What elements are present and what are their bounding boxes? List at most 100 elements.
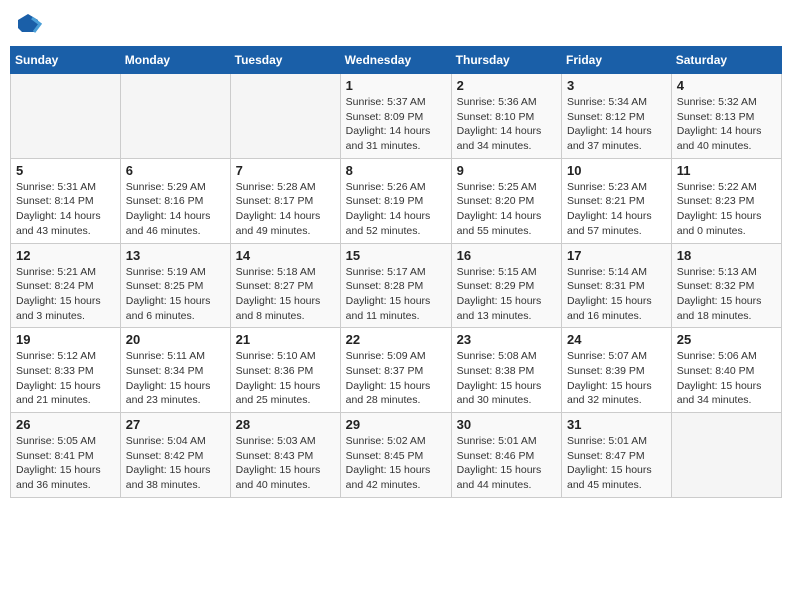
day-info: Sunrise: 5:34 AM Sunset: 8:12 PM Dayligh… (567, 95, 666, 154)
day-info: Sunrise: 5:26 AM Sunset: 8:19 PM Dayligh… (346, 180, 446, 239)
day-cell: 8 Sunrise: 5:26 AM Sunset: 8:19 PM Daylig… (340, 158, 451, 243)
day-number: 3 (567, 78, 666, 93)
day-number: 6 (126, 163, 225, 178)
day-cell: 30 Sunrise: 5:01 AM Sunset: 8:46 PM Dayli… (451, 413, 561, 498)
day-number: 21 (236, 332, 335, 347)
day-info: Sunrise: 5:04 AM Sunset: 8:42 PM Dayligh… (126, 434, 225, 493)
day-number: 9 (457, 163, 556, 178)
week-row-2: 12Sunrise: 5:21 AM Sunset: 8:24 PM Dayli… (11, 243, 782, 328)
day-number: 10 (567, 163, 666, 178)
day-number: 18 (677, 248, 776, 263)
day-number: 27 (126, 417, 225, 432)
day-cell: 24 Sunrise: 5:07 AM Sunset: 8:39 PM Dayli… (562, 328, 672, 413)
day-cell: 1Sunrise: 5:37 AM Sunset: 8:09 PM Daylig… (340, 74, 451, 159)
day-number: 26 (16, 417, 115, 432)
day-number: 31 (567, 417, 666, 432)
day-info: Sunrise: 5:31 AM Sunset: 8:14 PM Dayligh… (16, 180, 115, 239)
day-info: Sunrise: 5:22 AM Sunset: 8:23 PM Dayligh… (677, 180, 776, 239)
day-cell: 9Sunrise: 5:25 AM Sunset: 8:20 PM Daylig… (451, 158, 561, 243)
day-cell: 28Sunrise: 5:03 AM Sunset: 8:43 PM Dayli… (230, 413, 340, 498)
logo (14, 10, 44, 38)
day-cell: 25 Sunrise: 5:06 AM Sunset: 8:40 PM Dayli… (671, 328, 781, 413)
day-info: Sunrise: 5:36 AM Sunset: 8:10 PM Dayligh… (457, 95, 556, 154)
day-cell: 18Sunrise: 5:13 AM Sunset: 8:32 PM Dayli… (671, 243, 781, 328)
day-number: 25 (677, 332, 776, 347)
day-number: 23 (457, 332, 556, 347)
week-row-3: 19Sunrise: 5:12 AM Sunset: 8:33 PM Dayli… (11, 328, 782, 413)
header-row: SundayMondayTuesdayWednesdayThursdayFrid… (11, 47, 782, 74)
day-info: Sunrise: 5:08 AM Sunset: 8:38 PM Dayligh… (457, 349, 556, 408)
day-info: Sunrise: 5:06 AM Sunset: 8:40 PM Dayligh… (677, 349, 776, 408)
day-cell (671, 413, 781, 498)
week-row-0: 1Sunrise: 5:37 AM Sunset: 8:09 PM Daylig… (11, 74, 782, 159)
day-number: 11 (677, 163, 776, 178)
day-info: Sunrise: 5:28 AM Sunset: 8:17 PM Dayligh… (236, 180, 335, 239)
day-number: 19 (16, 332, 115, 347)
week-row-1: 5 Sunrise: 5:31 AM Sunset: 8:14 PM Daylig… (11, 158, 782, 243)
day-cell: 23 Sunrise: 5:08 AM Sunset: 8:38 PM Dayli… (451, 328, 561, 413)
day-number: 1 (346, 78, 446, 93)
day-cell: 15 Sunrise: 5:17 AM Sunset: 8:28 PM Dayli… (340, 243, 451, 328)
day-info: Sunrise: 5:01 AM Sunset: 8:46 PM Dayligh… (457, 434, 556, 493)
day-info: Sunrise: 5:10 AM Sunset: 8:36 PM Dayligh… (236, 349, 335, 408)
day-cell: 14 Sunrise: 5:18 AM Sunset: 8:27 PM Dayli… (230, 243, 340, 328)
day-cell: 6 Sunrise: 5:29 AM Sunset: 8:16 PM Daylig… (120, 158, 230, 243)
day-cell: 26 Sunrise: 5:05 AM Sunset: 8:41 PM Dayli… (11, 413, 121, 498)
day-info: Sunrise: 5:05 AM Sunset: 8:41 PM Dayligh… (16, 434, 115, 493)
day-cell: 22Sunrise: 5:09 AM Sunset: 8:37 PM Dayli… (340, 328, 451, 413)
week-row-4: 26 Sunrise: 5:05 AM Sunset: 8:41 PM Dayli… (11, 413, 782, 498)
day-info: Sunrise: 5:19 AM Sunset: 8:25 PM Dayligh… (126, 265, 225, 324)
day-cell: 17 Sunrise: 5:14 AM Sunset: 8:31 PM Dayli… (562, 243, 672, 328)
day-info: Sunrise: 5:23 AM Sunset: 8:21 PM Dayligh… (567, 180, 666, 239)
day-cell: 10 Sunrise: 5:23 AM Sunset: 8:21 PM Dayli… (562, 158, 672, 243)
day-cell: 7 Sunrise: 5:28 AM Sunset: 8:17 PM Daylig… (230, 158, 340, 243)
day-number: 5 (16, 163, 115, 178)
day-number: 28 (236, 417, 335, 432)
day-info: Sunrise: 5:32 AM Sunset: 8:13 PM Dayligh… (677, 95, 776, 154)
header-cell-wednesday: Wednesday (340, 47, 451, 74)
day-info: Sunrise: 5:21 AM Sunset: 8:24 PM Dayligh… (16, 265, 115, 324)
day-number: 7 (236, 163, 335, 178)
day-number: 8 (346, 163, 446, 178)
day-cell: 19Sunrise: 5:12 AM Sunset: 8:33 PM Dayli… (11, 328, 121, 413)
logo-icon (14, 10, 42, 38)
header-cell-monday: Monday (120, 47, 230, 74)
day-cell (11, 74, 121, 159)
day-cell (120, 74, 230, 159)
day-cell: 13 Sunrise: 5:19 AM Sunset: 8:25 PM Dayli… (120, 243, 230, 328)
calendar-body: 1Sunrise: 5:37 AM Sunset: 8:09 PM Daylig… (11, 74, 782, 498)
day-info: Sunrise: 5:18 AM Sunset: 8:27 PM Dayligh… (236, 265, 335, 324)
day-info: Sunrise: 5:29 AM Sunset: 8:16 PM Dayligh… (126, 180, 225, 239)
day-cell: 20Sunrise: 5:11 AM Sunset: 8:34 PM Dayli… (120, 328, 230, 413)
day-number: 17 (567, 248, 666, 263)
day-info: Sunrise: 5:17 AM Sunset: 8:28 PM Dayligh… (346, 265, 446, 324)
day-number: 2 (457, 78, 556, 93)
header-cell-saturday: Saturday (671, 47, 781, 74)
day-info: Sunrise: 5:14 AM Sunset: 8:31 PM Dayligh… (567, 265, 666, 324)
day-number: 13 (126, 248, 225, 263)
day-number: 30 (457, 417, 556, 432)
day-number: 29 (346, 417, 446, 432)
header-cell-friday: Friday (562, 47, 672, 74)
day-number: 24 (567, 332, 666, 347)
header-cell-tuesday: Tuesday (230, 47, 340, 74)
day-cell: 29Sunrise: 5:02 AM Sunset: 8:45 PM Dayli… (340, 413, 451, 498)
day-number: 14 (236, 248, 335, 263)
day-cell: 5 Sunrise: 5:31 AM Sunset: 8:14 PM Daylig… (11, 158, 121, 243)
day-info: Sunrise: 5:09 AM Sunset: 8:37 PM Dayligh… (346, 349, 446, 408)
day-info: Sunrise: 5:01 AM Sunset: 8:47 PM Dayligh… (567, 434, 666, 493)
day-info: Sunrise: 5:11 AM Sunset: 8:34 PM Dayligh… (126, 349, 225, 408)
day-info: Sunrise: 5:15 AM Sunset: 8:29 PM Dayligh… (457, 265, 556, 324)
day-cell: 12Sunrise: 5:21 AM Sunset: 8:24 PM Dayli… (11, 243, 121, 328)
header-cell-sunday: Sunday (11, 47, 121, 74)
page-header (10, 10, 782, 38)
day-number: 15 (346, 248, 446, 263)
day-cell: 27 Sunrise: 5:04 AM Sunset: 8:42 PM Dayli… (120, 413, 230, 498)
day-cell: 2 Sunrise: 5:36 AM Sunset: 8:10 PM Daylig… (451, 74, 561, 159)
day-cell: 21 Sunrise: 5:10 AM Sunset: 8:36 PM Dayli… (230, 328, 340, 413)
day-cell (230, 74, 340, 159)
day-info: Sunrise: 5:07 AM Sunset: 8:39 PM Dayligh… (567, 349, 666, 408)
day-number: 16 (457, 248, 556, 263)
day-cell: 3 Sunrise: 5:34 AM Sunset: 8:12 PM Daylig… (562, 74, 672, 159)
day-number: 4 (677, 78, 776, 93)
